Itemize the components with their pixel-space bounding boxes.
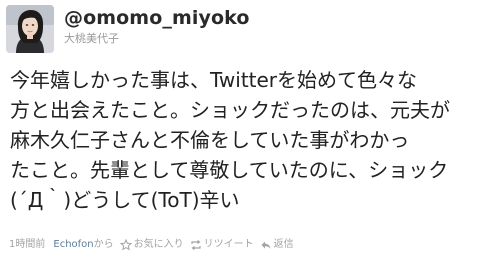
user-handle[interactable]: @omomo_miyoko: [64, 6, 249, 30]
source-link[interactable]: Echofon: [53, 237, 93, 253]
star-icon: [119, 239, 132, 251]
profile-photo-icon: [6, 5, 54, 53]
timestamp-link[interactable]: 1時間前: [9, 237, 45, 253]
reply-icon: [260, 239, 272, 251]
tweet: @omomo_miyoko 大桃美代子 今年嬉しかった事は、Twitterを始め…: [0, 0, 492, 272]
tweet-line-5: (´Д｀)どうして(ToT)辛い: [10, 188, 240, 212]
tweet-meta: 1時間前 Echofon から お気に入り リツイート 返信: [9, 237, 294, 253]
source-suffix: から: [93, 239, 114, 250]
reply-label: 返信: [273, 239, 294, 250]
reply-button[interactable]: 返信: [260, 237, 294, 253]
tweet-line-4: たこと。先輩として尊敬していたのに、ショック: [10, 158, 449, 182]
retweet-button[interactable]: リツイート: [190, 237, 254, 253]
avatar[interactable]: [6, 5, 54, 53]
favorite-button[interactable]: お気に入り: [119, 237, 184, 253]
tweet-line-3: 麻木久仁子さんと不倫をしていた事がわかっ: [10, 128, 410, 152]
retweet-icon: [190, 239, 202, 251]
tweet-text: 今年嬉しかった事は、Twitterを始めて色々な方と出会えたこと。ショックだった…: [10, 65, 488, 215]
retweet-label: リツイート: [203, 239, 254, 250]
favorite-label: お気に入り: [133, 239, 184, 250]
tweet-line-1: 今年嬉しかった事は、Twitterを始めて色々な: [10, 68, 418, 92]
tweet-line-2: 方と出会えたこと。ショックだったのは、元夫が: [10, 98, 450, 122]
user-display-name[interactable]: 大桃美代子: [64, 32, 119, 46]
